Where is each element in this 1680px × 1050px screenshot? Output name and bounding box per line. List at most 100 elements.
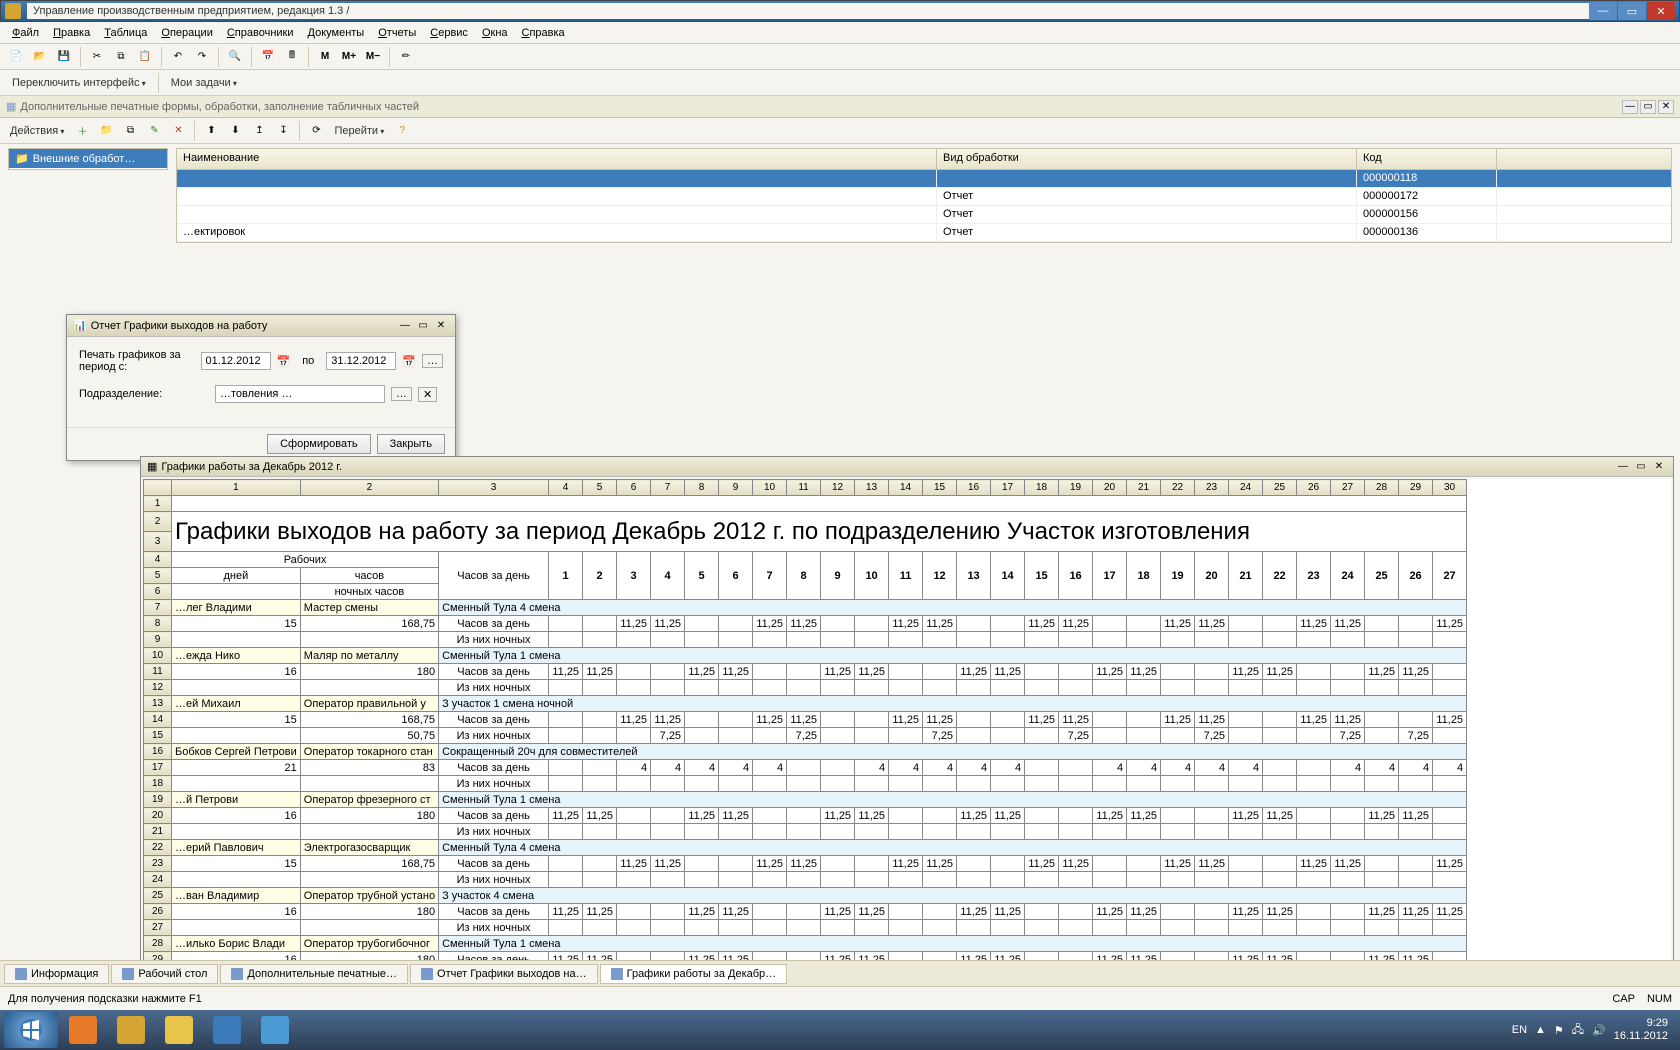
close-dialog-button[interactable]: Закрыть — [377, 434, 445, 454]
cut-icon[interactable]: ✂ — [87, 47, 107, 67]
list-row[interactable]: …ектировокОтчет000000136 — [177, 224, 1671, 242]
window-tab[interactable]: Графики работы за Декабр… — [600, 964, 788, 984]
copy-icon[interactable]: ⧉ — [111, 47, 131, 67]
window-titlebar: Управление производственным предприятием… — [0, 0, 1680, 22]
open-icon[interactable]: 📂 — [30, 47, 50, 67]
calc-icon[interactable]: 🖩 — [282, 47, 302, 67]
actions-toolbar: Действия ＋ 📁 ⧉ ✎ ✕ ⬆ ⬇ ↥ ↧ ⟳ Перейти ? — [0, 118, 1680, 144]
menu-Файл[interactable]: Файл — [6, 25, 45, 41]
inner-close-button[interactable]: ✕ — [1658, 100, 1674, 114]
sheet-header[interactable]: ▦ Графики работы за Декабрь 2012 г. — ▭ … — [141, 457, 1673, 477]
window-tab[interactable]: Информация — [4, 964, 109, 984]
sheet-maximize-button[interactable]: ▭ — [1633, 460, 1649, 474]
list-header-name[interactable]: Наименование — [177, 149, 937, 169]
menu-Документы[interactable]: Документы — [302, 25, 371, 41]
goto-menu[interactable]: Перейти — [330, 123, 388, 139]
task-icon[interactable] — [156, 1012, 202, 1048]
sheet-minimize-button[interactable]: — — [1615, 460, 1631, 474]
close-button[interactable]: ✕ — [1647, 2, 1675, 20]
ellipsis-button[interactable]: … — [422, 354, 443, 368]
menu-Правка[interactable]: Правка — [47, 25, 96, 41]
list-row[interactable]: Отчет000000172 — [177, 188, 1671, 206]
main-toolbar: 📄 📂 💾 ✂ ⧉ 📋 ↶ ↷ 🔍 📅 🖩 M M+ M− ✏ — [0, 44, 1680, 70]
dialog-minimize-button[interactable]: — — [397, 319, 413, 333]
m-plus-icon[interactable]: M+ — [339, 47, 359, 67]
my-tasks-button[interactable]: Мои задачи — [165, 75, 243, 91]
calendar-icon[interactable]: 📅 — [402, 355, 416, 368]
dialog-maximize-button[interactable]: ▭ — [415, 319, 431, 333]
select-button[interactable]: … — [391, 387, 412, 401]
maximize-button[interactable]: ▭ — [1618, 2, 1646, 20]
tray-clock[interactable]: 9:29 16.11.2012 — [1614, 1017, 1668, 1043]
tray-date: 16.11.2012 — [1614, 1030, 1668, 1043]
inner-maximize-button[interactable]: ▭ — [1640, 100, 1656, 114]
add-icon[interactable]: ＋ — [72, 121, 92, 141]
dialog-close-button[interactable]: ✕ — [433, 319, 449, 333]
refresh-icon[interactable]: ⟳ — [306, 121, 326, 141]
move-up-icon[interactable]: ⬆ — [201, 121, 221, 141]
level-down-icon[interactable]: ↧ — [273, 121, 293, 141]
dialog-title: Отчет Графики выходов на работу — [91, 320, 268, 332]
inner-minimize-button[interactable]: — — [1622, 100, 1638, 114]
menu-Справка[interactable]: Справка — [516, 25, 571, 41]
form-button[interactable]: Сформировать — [267, 434, 371, 454]
minimize-button[interactable]: — — [1589, 2, 1617, 20]
tray-time: 9:29 — [1614, 1017, 1668, 1030]
task-icon[interactable] — [252, 1012, 298, 1048]
task-icon[interactable] — [204, 1012, 250, 1048]
start-button[interactable] — [4, 1012, 58, 1048]
menu-Окна[interactable]: Окна — [476, 25, 514, 41]
edit-icon[interactable]: ✎ — [144, 121, 164, 141]
list-row[interactable]: 000000118 — [177, 170, 1671, 188]
actions-menu[interactable]: Действия — [6, 123, 68, 139]
menu-Операции[interactable]: Операции — [155, 25, 218, 41]
menu-Отчеты[interactable]: Отчеты — [372, 25, 422, 41]
list-header-type[interactable]: Вид обработки — [937, 149, 1357, 169]
add-folder-icon[interactable]: 📁 — [96, 121, 116, 141]
help-icon[interactable]: ? — [392, 121, 412, 141]
tray-lang[interactable]: EN — [1512, 1024, 1527, 1036]
date-from-input[interactable] — [201, 352, 271, 370]
tree-pane[interactable]: 📁 Внешние обработ… — [8, 148, 168, 170]
list-body[interactable]: 000000118Отчет000000172Отчет000000156…ек… — [176, 170, 1672, 243]
save-icon[interactable]: 💾 — [54, 47, 74, 67]
find-icon[interactable]: 🔍 — [225, 47, 245, 67]
copy-row-icon[interactable]: ⧉ — [120, 121, 140, 141]
tree-root-label: Внешние обработ… — [33, 153, 136, 165]
delete-icon[interactable]: ✕ — [168, 121, 188, 141]
volume-icon[interactable]: 🔊 — [1592, 1024, 1606, 1037]
flag-icon[interactable]: ⚑ — [1554, 1024, 1564, 1037]
menu-Справочники[interactable]: Справочники — [221, 25, 300, 41]
calendar-icon[interactable]: 📅 — [258, 47, 278, 67]
list-row[interactable]: Отчет000000156 — [177, 206, 1671, 224]
window-tab[interactable]: Отчет Графики выходов на… — [410, 964, 598, 984]
clear-button[interactable]: ✕ — [418, 387, 437, 402]
tree-root-item[interactable]: 📁 Внешние обработ… — [9, 149, 167, 168]
network-icon[interactable]: 🖧 — [1572, 1021, 1584, 1040]
switch-interface-button[interactable]: Переключить интерфейс — [6, 75, 152, 91]
m-icon[interactable]: M — [315, 47, 335, 67]
calendar-icon[interactable]: 📅 — [277, 355, 291, 368]
dept-input[interactable] — [215, 385, 385, 403]
menu-Сервис[interactable]: Сервис — [424, 25, 474, 41]
list-header-code[interactable]: Код — [1357, 149, 1497, 169]
move-down-icon[interactable]: ⬇ — [225, 121, 245, 141]
spreadsheet-window: ▦ Графики работы за Декабрь 2012 г. — ▭ … — [140, 456, 1674, 1012]
date-to-input[interactable] — [326, 352, 396, 370]
spreadsheet-grid[interactable]: 1234567891011121314151617181920212223242… — [143, 479, 1671, 1009]
new-icon[interactable]: 📄 — [6, 47, 26, 67]
redo-icon[interactable]: ↷ — [192, 47, 212, 67]
task-icon[interactable] — [108, 1012, 154, 1048]
window-tab[interactable]: Рабочий стол — [111, 964, 218, 984]
tray-up-icon[interactable]: ▲ — [1535, 1024, 1546, 1036]
menu-Таблица[interactable]: Таблица — [98, 25, 153, 41]
paste-icon[interactable]: 📋 — [135, 47, 155, 67]
level-up-icon[interactable]: ↥ — [249, 121, 269, 141]
m-minus-icon[interactable]: M− — [363, 47, 383, 67]
task-icon[interactable] — [60, 1012, 106, 1048]
sheet-close-button[interactable]: ✕ — [1651, 460, 1667, 474]
brush-icon[interactable]: ✏ — [396, 47, 416, 67]
undo-icon[interactable]: ↶ — [168, 47, 188, 67]
dialog-header[interactable]: 📊 Отчет Графики выходов на работу — ▭ ✕ — [67, 315, 455, 337]
window-tab[interactable]: Дополнительные печатные… — [220, 964, 408, 984]
